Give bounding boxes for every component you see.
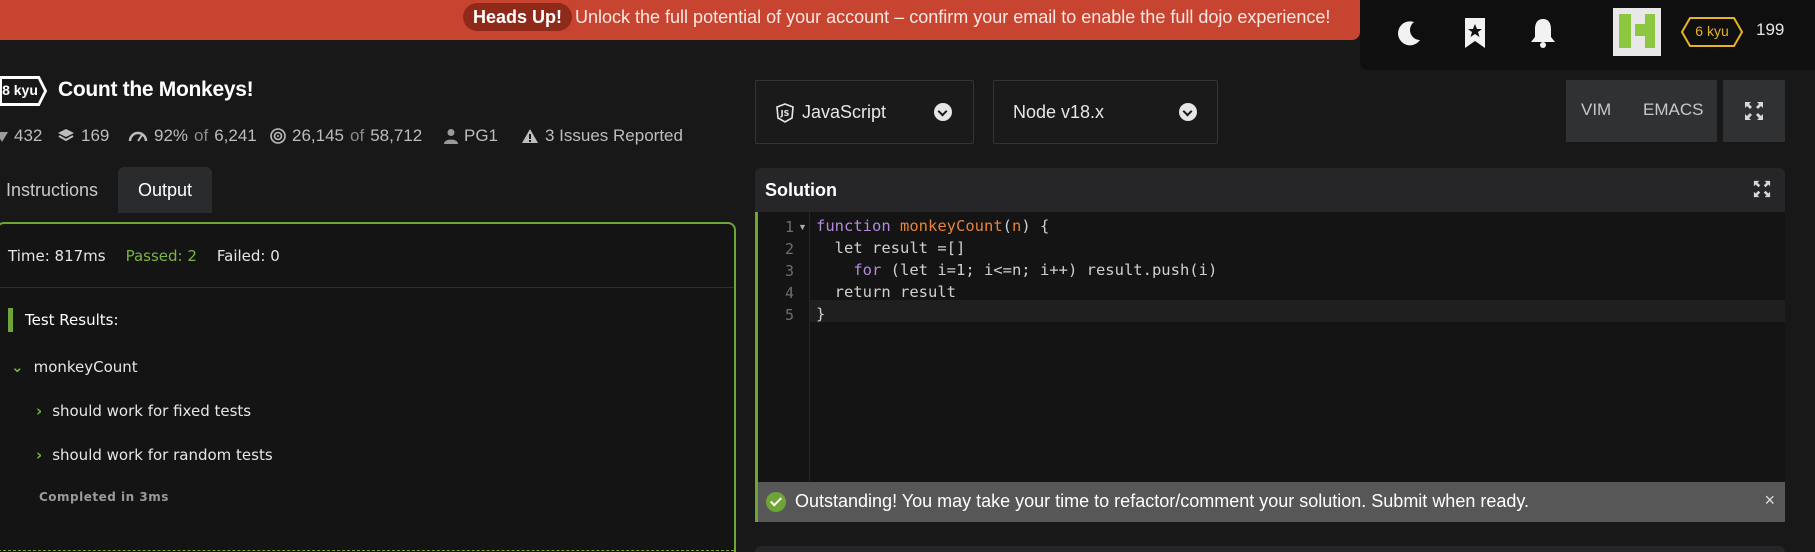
test-case-label: should work for random tests bbox=[52, 446, 273, 464]
satisfaction-votes: 6,241 bbox=[214, 126, 257, 145]
satisfaction-stat: 92% of 6,241 bbox=[128, 126, 257, 146]
line-number: 5 bbox=[784, 306, 794, 324]
language-label: JavaScript bbox=[802, 102, 887, 122]
runtime-version-select[interactable]: Node v18.x bbox=[993, 80, 1218, 144]
line-number: 3 bbox=[784, 262, 794, 280]
chevron-right-icon: › bbox=[36, 402, 43, 420]
emacs-mode-button[interactable]: EMACS bbox=[1643, 100, 1703, 120]
check-circle-icon bbox=[766, 492, 786, 512]
test-case-fixed[interactable]: › should work for fixed tests bbox=[36, 402, 251, 420]
expand-icon[interactable] bbox=[1753, 180, 1771, 198]
test-suite-monkeycount[interactable]: ⌄ monkeyCount bbox=[11, 358, 138, 376]
code-line-5: } bbox=[816, 305, 826, 323]
code-editor[interactable]: 1 2 3 4 5 ▼ function monkeyCount(n) { le… bbox=[755, 212, 1785, 482]
test-summary-bar: Time: 817ms Passed: 2 Failed: 0 bbox=[0, 224, 734, 288]
vim-mode-button[interactable]: VIM bbox=[1581, 100, 1611, 120]
stars-stat[interactable]: 432 bbox=[0, 126, 42, 146]
chevron-right-icon: › bbox=[36, 446, 43, 464]
of-label: of bbox=[194, 126, 209, 145]
completed-time: Completed in 3ms bbox=[39, 490, 169, 504]
run-time: Time: 817ms bbox=[8, 246, 106, 265]
test-case-random[interactable]: › should work for random tests bbox=[36, 446, 273, 464]
heads-up-badge: Heads Up! bbox=[463, 3, 573, 31]
solution-header: Solution bbox=[755, 168, 1785, 212]
active-line-highlight bbox=[810, 300, 1785, 322]
test-case-label: should work for fixed tests bbox=[52, 402, 252, 420]
line-number: 1 bbox=[784, 218, 794, 236]
collections-stat[interactable]: 169 bbox=[57, 126, 109, 146]
success-alert: Outstanding! You may take your time to r… bbox=[755, 482, 1785, 522]
user-avatar[interactable] bbox=[1613, 8, 1661, 56]
stars-count: 432 bbox=[14, 126, 43, 145]
keybinding-mode-group: VIM EMACS bbox=[1566, 80, 1717, 142]
code-line-3: for (let i=1; i<=n; i++) result.push(i) bbox=[816, 261, 1218, 279]
chevron-down-icon bbox=[1179, 103, 1197, 121]
fullscreen-icon bbox=[1745, 102, 1763, 120]
code-line-1: function monkeyCount(n) { bbox=[816, 217, 1050, 235]
bookmark-star-icon[interactable] bbox=[1460, 16, 1490, 50]
completions-stat: 26,145 of 58,712 bbox=[270, 126, 422, 146]
svg-text:JS: JS bbox=[780, 109, 790, 118]
star-icon bbox=[0, 132, 8, 142]
chevron-down-icon: ⌄ bbox=[11, 358, 24, 376]
satisfaction-percent: 92% bbox=[154, 126, 189, 145]
issues-label: 3 Issues Reported bbox=[545, 126, 683, 145]
output-panel: Time: 817ms Passed: 2 Failed: 0 Test Res… bbox=[0, 222, 736, 552]
dark-mode-moon-icon[interactable] bbox=[1394, 16, 1424, 50]
tab-output[interactable]: Output bbox=[118, 167, 213, 213]
notifications-bell-icon[interactable] bbox=[1528, 16, 1558, 50]
issues-stat[interactable]: 3 Issues Reported bbox=[521, 126, 683, 146]
banner-message[interactable]: Unlock the full potential of your accoun… bbox=[575, 4, 1330, 30]
collections-count: 169 bbox=[81, 126, 110, 145]
success-message: Outstanding! You may take your time to r… bbox=[795, 491, 1530, 511]
next-panel-header bbox=[755, 546, 1785, 552]
target-icon bbox=[270, 128, 286, 144]
close-icon[interactable]: × bbox=[1764, 490, 1775, 511]
author-name: PG1 bbox=[464, 126, 499, 145]
language-select[interactable]: JS JavaScript bbox=[755, 80, 974, 144]
test-results-heading: Test Results: bbox=[8, 308, 119, 332]
attempted-count: 58,712 bbox=[370, 126, 423, 145]
code-line-4: return result bbox=[816, 283, 956, 301]
suite-label: monkeyCount bbox=[33, 358, 138, 376]
layers-icon bbox=[58, 129, 74, 142]
user-rank-label: 6 kyu bbox=[1695, 23, 1729, 39]
code-line-2: let result =[] bbox=[816, 239, 966, 257]
fold-toggle-icon[interactable]: ▼ bbox=[798, 222, 807, 232]
kata-rank-label: 8 kyu bbox=[2, 82, 38, 98]
satisfaction-gauge-icon bbox=[128, 131, 148, 142]
warning-icon bbox=[522, 129, 538, 143]
javascript-shield-icon: JS bbox=[776, 103, 794, 123]
failed-count: Failed: 0 bbox=[216, 246, 280, 265]
kata-rank-badge: 8 kyu bbox=[0, 76, 48, 106]
passed-count: Passed: 2 bbox=[125, 246, 197, 265]
chevron-down-icon bbox=[934, 103, 952, 121]
line-number: 4 bbox=[784, 284, 794, 302]
user-icon bbox=[444, 129, 458, 144]
line-number: 2 bbox=[784, 240, 794, 258]
fullscreen-button[interactable] bbox=[1723, 80, 1785, 142]
user-rank-badge: 6 kyu bbox=[1680, 16, 1744, 48]
line-number-gutter: 1 2 3 4 5 ▼ bbox=[758, 212, 810, 482]
solution-title: Solution bbox=[765, 180, 837, 200]
of-label: of bbox=[350, 126, 365, 145]
user-toolbar bbox=[1360, 0, 1815, 70]
verify-email-banner: Heads Up! Unlock the full potential of y… bbox=[0, 0, 1360, 40]
honor-score: 199 bbox=[1756, 20, 1785, 39]
completed-count: 26,145 bbox=[292, 126, 344, 145]
version-label: Node v18.x bbox=[1013, 102, 1105, 122]
kata-title: Count the Monkeys! bbox=[58, 78, 254, 101]
tab-instructions[interactable]: Instructions bbox=[0, 167, 118, 213]
author-stat[interactable]: PG1 bbox=[444, 126, 498, 146]
divider bbox=[0, 550, 734, 551]
